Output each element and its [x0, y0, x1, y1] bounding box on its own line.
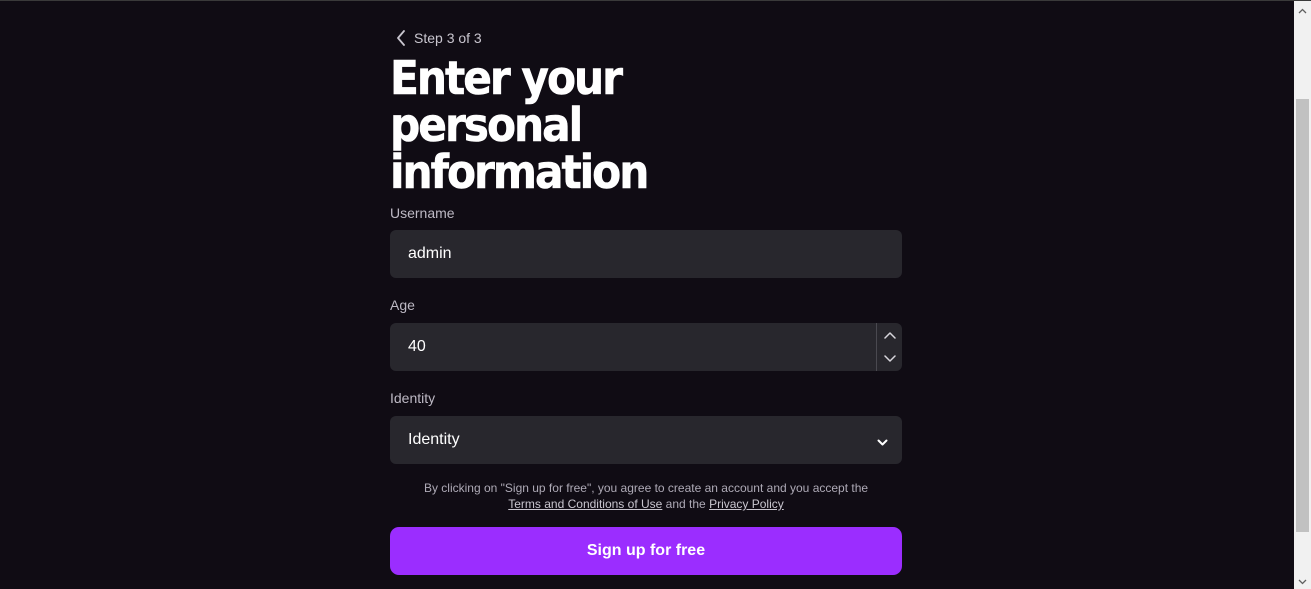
vertical-scrollbar[interactable]	[1294, 1, 1311, 589]
scroll-up-button[interactable]	[1294, 1, 1311, 18]
chevron-left-icon	[396, 30, 406, 46]
chevron-down-icon	[883, 350, 896, 368]
age-stepper	[876, 323, 902, 371]
username-input[interactable]: admin	[390, 230, 902, 278]
legal-notice: By clicking on "Sign up for free", you a…	[390, 480, 902, 512]
identity-selected-value: Identity	[408, 431, 460, 448]
age-increment-button[interactable]	[877, 323, 902, 347]
username-label: Username	[390, 205, 455, 221]
signup-page: Step 3 of 3 Enter your personal informat…	[0, 0, 1311, 589]
legal-text: By clicking on "Sign up for free", you a…	[423, 481, 869, 495]
scroll-down-button[interactable]	[1294, 572, 1311, 589]
sign-up-button[interactable]: Sign up for free	[390, 527, 902, 575]
page-title: Enter your personal information	[390, 54, 776, 199]
chevron-down-icon	[877, 434, 888, 452]
age-value: 40	[408, 338, 426, 355]
chevron-up-icon	[883, 326, 896, 344]
legal-and-text: and the	[665, 497, 706, 511]
page-title-line-1: Enter your personal	[390, 51, 624, 152]
terms-link[interactable]: Terms and Conditions of Use	[508, 497, 662, 511]
sign-up-button-label: Sign up for free	[586, 542, 706, 559]
privacy-link[interactable]: Privacy Policy	[709, 497, 784, 511]
step-indicator: Step 3 of 3	[414, 30, 482, 46]
identity-label: Identity	[390, 390, 436, 406]
age-input[interactable]: 40	[390, 323, 902, 371]
scroll-up-arrow-icon	[1298, 1, 1307, 19]
back-button[interactable]: Step 3 of 3	[396, 27, 902, 49]
scrollbar-thumb[interactable]	[1296, 99, 1309, 532]
page-title-line-2: information	[390, 145, 650, 199]
identity-select[interactable]: Identity	[390, 416, 902, 464]
age-label: Age	[390, 297, 415, 313]
signup-form-container: Step 3 of 3 Enter your personal informat…	[390, 27, 902, 575]
username-value: admin	[408, 245, 452, 262]
age-decrement-button[interactable]	[877, 347, 902, 371]
scroll-down-arrow-icon	[1298, 572, 1307, 589]
